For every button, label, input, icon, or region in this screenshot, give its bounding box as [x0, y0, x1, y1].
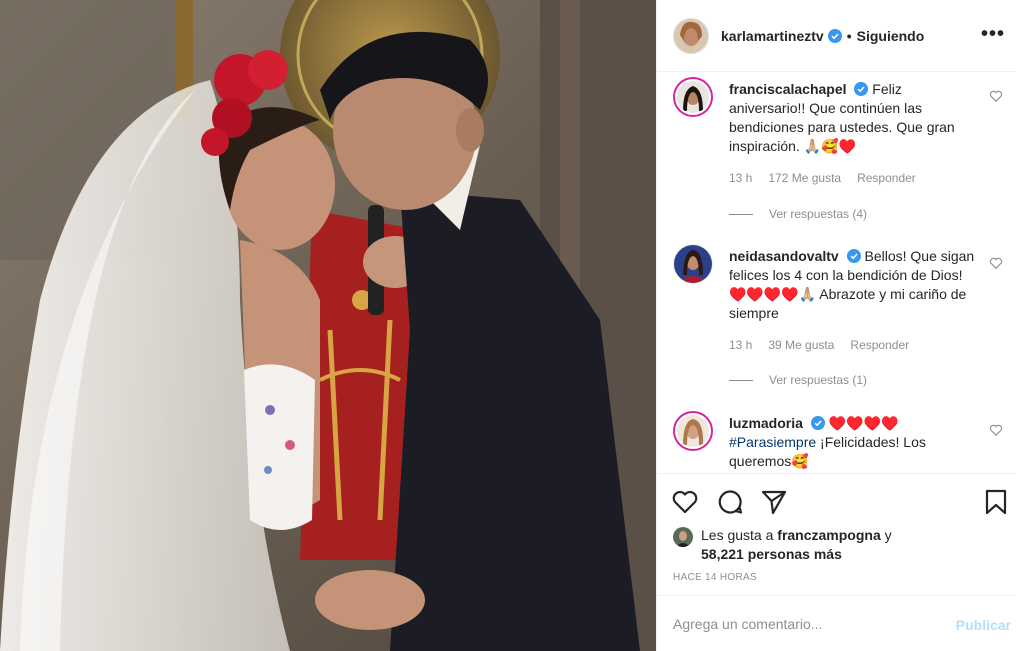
comment-hearts: ♥️♥️♥️♥️ [828, 415, 899, 431]
verified-badge-icon [810, 416, 825, 430]
verified-badge-icon [827, 28, 842, 43]
post-actions: Les gusta a franczampogna y 58,221 perso… [657, 473, 1016, 595]
author-username[interactable]: karlamartineztv [721, 28, 824, 44]
replies-line [729, 379, 753, 381]
likes-summary: Les gusta a franczampogna y 58,221 perso… [673, 526, 921, 564]
wedding-photo-illustration [0, 0, 656, 651]
verified-badge-icon [846, 249, 861, 263]
likes-text: Les gusta a franczampogna y 58,221 perso… [701, 526, 921, 564]
comment-like-heart-icon[interactable] [989, 256, 1003, 270]
post-timestamp[interactable]: HACE 14 HORAS [673, 572, 757, 583]
author-avatar[interactable] [673, 17, 709, 54]
reply-button[interactable]: Responder [850, 338, 909, 352]
replies-line [729, 213, 753, 215]
paper-plane-icon[interactable] [760, 488, 788, 516]
add-comment-bar: Publicar [657, 595, 1016, 651]
author-avatar-image [674, 18, 708, 53]
comments-list[interactable]: franciscalachapel Feliz aniversario!! Qu… [657, 73, 1016, 473]
comment-meta: 13 h 172 Me gusta Responder [729, 171, 916, 185]
likes-count[interactable]: 58,221 personas más [701, 546, 842, 562]
comment-meta: 13 h 39 Me gusta Responder [729, 338, 909, 352]
commenter-avatar-image [674, 245, 712, 283]
commenter-avatar-image [677, 415, 709, 447]
liker-avatar-image [673, 527, 693, 547]
commenter-avatar[interactable] [673, 411, 713, 451]
hashtag-link[interactable]: #Parasiempre [729, 434, 816, 450]
comment-input[interactable] [673, 615, 943, 632]
comment-username[interactable]: neidasandovaltv [729, 248, 839, 264]
liker-avatar[interactable] [673, 527, 693, 547]
comment-time: 13 h [729, 338, 753, 352]
separator-dot: • [846, 27, 852, 44]
comment-username[interactable]: luzmadoria [729, 415, 803, 431]
comment-like-heart-icon[interactable] [989, 423, 1003, 437]
comment-text: neidasandovaltv Bellos! Que sigan felice… [729, 247, 979, 323]
following-button[interactable]: Siguiendo [857, 28, 925, 44]
commenter-avatar-image [677, 81, 709, 113]
heart-icon[interactable] [671, 488, 699, 516]
comment-time: 13 h [729, 171, 753, 185]
comment-text: luzmadoria ♥️♥️♥️♥️ #Parasiempre ¡Felici… [729, 414, 979, 471]
likes-connector: y [884, 527, 892, 543]
post-sidebar: karlamartineztv • Siguiendo ••• francisc… [656, 0, 1016, 651]
post-photo[interactable] [0, 0, 656, 651]
reply-button[interactable]: Responder [857, 171, 916, 185]
commenter-avatar[interactable] [673, 77, 713, 117]
instagram-post: karlamartineztv • Siguiendo ••• francisc… [0, 0, 1016, 651]
view-replies-button[interactable]: Ver respuestas (4) [729, 207, 867, 221]
view-replies-label: Ver respuestas (4) [769, 207, 868, 221]
likes-prefix: Les gusta a [701, 527, 774, 543]
comment-icon[interactable] [716, 488, 744, 516]
bookmark-icon[interactable] [982, 488, 1010, 516]
view-replies-button[interactable]: Ver respuestas (1) [729, 373, 867, 387]
verified-badge-icon [854, 82, 869, 96]
publish-button[interactable]: Publicar [956, 617, 1011, 633]
post-header: karlamartineztv • Siguiendo ••• [657, 0, 1016, 72]
comment-like-heart-icon[interactable] [989, 89, 1003, 103]
liker-username[interactable]: franczampogna [777, 527, 880, 543]
view-replies-label: Ver respuestas (1) [769, 373, 868, 387]
comment-likes[interactable]: 172 Me gusta [768, 171, 841, 185]
comment-username[interactable]: franciscalachapel [729, 81, 847, 97]
comment-likes[interactable]: 39 Me gusta [768, 338, 834, 352]
comment-text: franciscalachapel Feliz aniversario!! Qu… [729, 80, 979, 156]
commenter-avatar[interactable] [673, 244, 713, 284]
more-options-icon[interactable]: ••• [981, 24, 1005, 44]
